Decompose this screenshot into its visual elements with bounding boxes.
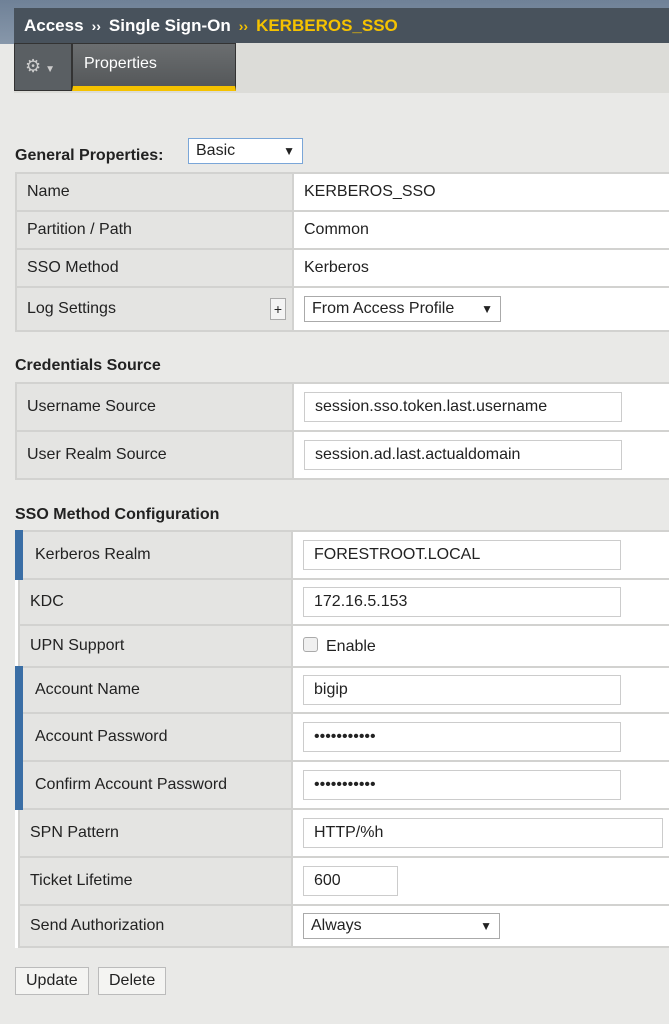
table-row: User Realm Source session.ad.last.actuald… <box>15 430 669 480</box>
account-password-input[interactable]: ••••••••••• <box>303 722 621 752</box>
breadcrumb-sso[interactable]: Single Sign-On <box>109 16 231 35</box>
table-row: Ticket Lifetime 600 <box>18 856 669 906</box>
delete-button[interactable]: Delete <box>98 967 167 995</box>
kerberos-realm-input[interactable]: FORESTROOT.LOCAL <box>303 540 621 570</box>
confirm-password-input[interactable]: ••••••••••• <box>303 770 621 800</box>
user-realm-source-input[interactable]: session.ad.last.actualdomain <box>304 440 622 470</box>
log-settings-select[interactable]: From Access Profile ▼ <box>304 296 501 322</box>
credentials-table: Username Source session.sso.token.last.us… <box>15 382 669 480</box>
send-authorization-value: Always <box>311 917 362 934</box>
table-row: SPN Pattern HTTP/%h <box>18 808 669 858</box>
upn-support-checkbox[interactable] <box>303 636 318 652</box>
breadcrumb-access[interactable]: Access <box>24 16 84 35</box>
row-label: Account Password <box>15 712 293 762</box>
tab-bar: ⚙ ▼ Properties <box>14 43 669 93</box>
sso-method-value: Kerberos <box>292 248 669 288</box>
table-row: Log Settings + From Access Profile ▼ <box>15 286 669 332</box>
row-label: Ticket Lifetime <box>18 856 293 906</box>
dropdown-arrow-icon: ▼ <box>283 144 295 158</box>
table-row: Account Name bigip <box>15 666 669 714</box>
log-settings-value: From Access Profile <box>312 300 455 317</box>
general-properties-label: General Properties: <box>15 147 164 164</box>
update-button[interactable]: Update <box>15 967 89 995</box>
table-row: KDC 172.16.5.153 <box>18 578 669 626</box>
row-label: SSO Method <box>15 248 294 288</box>
table-row: Username Source session.sso.token.last.us… <box>15 382 669 432</box>
partition-value: Common <box>292 210 669 250</box>
sso-config-heading: SSO Method Configuration <box>15 506 220 523</box>
table-row: SSO Method Kerberos <box>15 248 669 288</box>
row-label: KDC <box>18 578 293 626</box>
table-row: Partition / Path Common <box>15 210 669 250</box>
row-label: Send Authorization <box>18 904 293 948</box>
dropdown-arrow-icon: ▼ <box>480 919 492 933</box>
dropdown-arrow-icon: ▼ <box>481 302 493 316</box>
table-row: Send Authorization Always ▼ <box>18 904 669 948</box>
breadcrumb-separator: ›› <box>91 18 101 34</box>
enable-label: Enable <box>326 637 376 655</box>
table-row: Account Password ••••••••••• <box>15 712 669 762</box>
gear-menu-button[interactable]: ⚙ ▼ <box>14 43 72 91</box>
row-label: Kerberos Realm <box>15 530 293 580</box>
row-label: Partition / Path <box>15 210 294 250</box>
row-label: UPN Support <box>18 624 293 668</box>
breadcrumb: Access ›› Single Sign-On ›› KERBEROS_SSO <box>14 8 669 43</box>
sso-config-table: Kerberos Realm FORESTROOT.LOCAL KDC 172.16… <box>15 530 669 948</box>
mode-value: Basic <box>196 142 236 159</box>
tab-properties[interactable]: Properties <box>72 43 236 91</box>
ticket-lifetime-input[interactable]: 600 <box>303 866 398 896</box>
row-label: Log Settings <box>27 300 116 317</box>
table-row: UPN Support Enable <box>18 624 669 668</box>
spn-pattern-input[interactable]: HTTP/%h <box>303 818 663 848</box>
row-label: Name <box>15 172 294 212</box>
breadcrumb-current: KERBEROS_SSO <box>256 16 398 35</box>
account-name-input[interactable]: bigip <box>303 675 621 705</box>
send-authorization-select[interactable]: Always ▼ <box>303 913 500 939</box>
kdc-input[interactable]: 172.16.5.153 <box>303 587 621 617</box>
username-source-input[interactable]: session.sso.token.last.username <box>304 392 622 422</box>
table-row: Kerberos Realm FORESTROOT.LOCAL <box>15 530 669 580</box>
row-label: Confirm Account Password <box>15 760 293 810</box>
add-log-setting-button[interactable]: + <box>270 298 286 320</box>
properties-mode-select[interactable]: Basic ▼ <box>188 138 303 164</box>
table-row: Name KERBEROS_SSO <box>15 172 669 212</box>
credentials-heading: Credentials Source <box>15 357 161 374</box>
row-label: Account Name <box>15 666 293 714</box>
row-label: User Realm Source <box>15 430 294 480</box>
name-value: KERBEROS_SSO <box>292 172 669 212</box>
chevron-down-icon: ▼ <box>45 64 56 75</box>
gear-icon: ⚙ <box>25 56 42 76</box>
general-properties-table: Name KERBEROS_SSO Partition / Path Common … <box>15 172 669 332</box>
table-row: Confirm Account Password ••••••••••• <box>15 760 669 810</box>
row-label: Username Source <box>15 382 294 432</box>
breadcrumb-separator: ›› <box>238 18 249 34</box>
row-label: SPN Pattern <box>18 808 293 858</box>
